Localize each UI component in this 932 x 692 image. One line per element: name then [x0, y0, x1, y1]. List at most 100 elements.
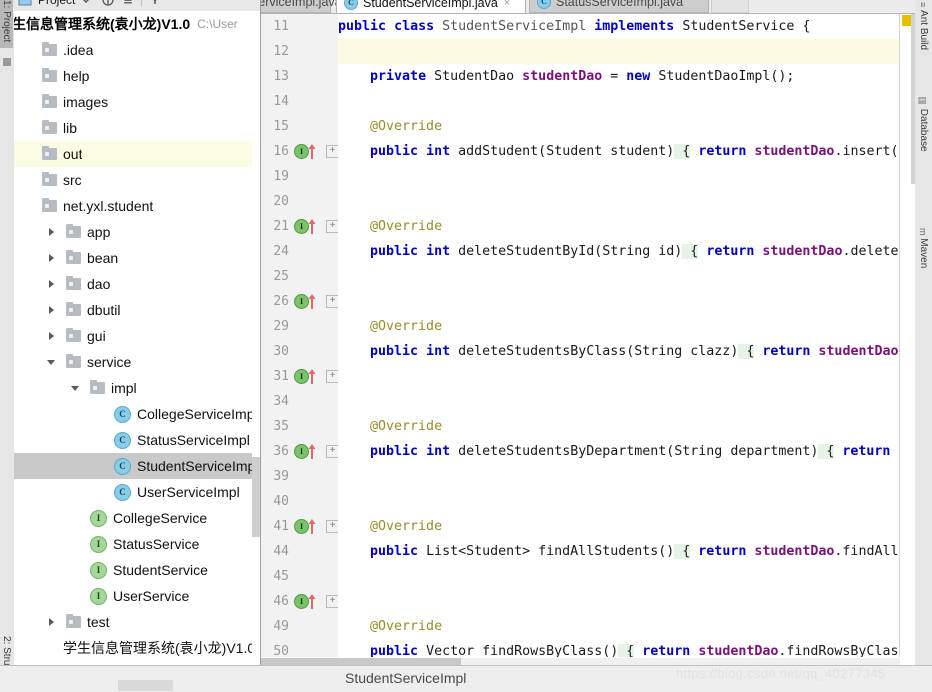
gutter-line[interactable]: 39: [261, 464, 338, 489]
chevron-right-icon[interactable]: [46, 304, 58, 316]
chevron-down-icon[interactable]: [46, 356, 58, 368]
tree-item-userservice[interactable]: I UserService: [14, 583, 260, 609]
project-root-row[interactable]: 生信息管理系统(袁小龙)V1.0 C:\User: [14, 11, 260, 37]
implementing-method-icon[interactable]: I: [294, 294, 309, 309]
gutter-line[interactable]: 14: [261, 89, 338, 114]
tree-item-dao[interactable]: dao: [14, 271, 260, 297]
code-line[interactable]: public int deleteStudentsByClass(String …: [338, 339, 900, 364]
code-line[interactable]: [338, 89, 900, 114]
code-line[interactable]: private StudentDao studentDao = new Stud…: [338, 64, 900, 89]
code-line[interactable]: [338, 364, 900, 389]
tree-item-gui[interactable]: gui: [14, 323, 260, 349]
tree-item-impl[interactable]: impl: [14, 375, 260, 401]
code-line[interactable]: @Override: [338, 314, 900, 339]
project-tree[interactable]: .idea help images lib out src net.yxl.student a…: [14, 37, 260, 687]
gutter-line[interactable]: 20: [261, 189, 338, 214]
implementing-method-icon[interactable]: I: [294, 519, 309, 534]
gutter-line[interactable]: 40: [261, 489, 338, 514]
chevron-right-icon[interactable]: [46, 330, 58, 342]
code-line[interactable]: public int addStudent(Student student) {…: [338, 139, 900, 164]
code-line[interactable]: @Override: [338, 114, 900, 139]
implementing-method-icon[interactable]: I: [294, 444, 309, 459]
code-line[interactable]: [338, 264, 900, 289]
tree-item-bean[interactable]: bean: [14, 245, 260, 271]
gutter-line[interactable]: 36 I +: [261, 439, 339, 464]
gutter-line[interactable]: 45: [261, 564, 338, 589]
implementing-method-icon[interactable]: I: [294, 219, 309, 234]
editor-tab-collegeserviceimpl[interactable]: C geServiceImpl.java ×: [261, 0, 354, 13]
code-line[interactable]: [338, 164, 900, 189]
chevron-down-icon[interactable]: [81, 0, 95, 7]
tree-item-net-yxl-student[interactable]: net.yxl.student: [14, 193, 260, 219]
editor-code-view[interactable]: public class StudentServiceImpl implemen…: [338, 14, 900, 657]
tree-item-statusservice[interactable]: I StatusService: [14, 531, 260, 557]
tree-item-test[interactable]: test: [14, 609, 260, 635]
code-line[interactable]: public class StudentServiceImpl implemen…: [338, 14, 900, 39]
gutter-line[interactable]: 24: [261, 239, 338, 264]
gutter-line[interactable]: 29: [261, 314, 338, 339]
tree-item-service[interactable]: service: [14, 349, 260, 375]
gutter-line[interactable]: 15: [261, 114, 338, 139]
tool-tab-ant-build[interactable]: ≡ Ant Build: [916, 2, 931, 50]
gutter-line[interactable]: 41 I +: [261, 514, 339, 539]
editor-tab-studentserviceimpl[interactable]: C StudentServiceImpl.java ×: [336, 0, 526, 13]
tree-item-src[interactable]: src: [14, 167, 260, 193]
gutter-line[interactable]: 46 I +: [261, 589, 339, 614]
gutter-line[interactable]: 26 I +: [261, 289, 339, 314]
gutter-line[interactable]: 30: [261, 339, 338, 364]
gutter-line[interactable]: 16 I +: [261, 139, 339, 164]
tree-item-images[interactable]: images: [14, 89, 260, 115]
project-scrollbar-thumb[interactable]: [252, 457, 260, 537]
settings-icon[interactable]: [148, 0, 162, 7]
tool-tab-database[interactable]: ▤ Database: [916, 96, 931, 152]
gutter-line[interactable]: 35: [261, 414, 338, 439]
code-line[interactable]: [338, 289, 900, 314]
code-line[interactable]: [338, 464, 900, 489]
code-line[interactable]: public Vector findRowsByClass() { return…: [338, 639, 900, 657]
code-line[interactable]: public int deleteStudentById(String id) …: [338, 239, 900, 264]
gutter-line[interactable]: 25: [261, 264, 338, 289]
code-line[interactable]: @Override: [338, 214, 900, 239]
chevron-right-icon[interactable]: [46, 252, 58, 264]
tree-item-dbutil[interactable]: dbutil: [14, 297, 260, 323]
chevron-right-icon[interactable]: [46, 226, 58, 238]
target-icon[interactable]: [101, 0, 115, 7]
gutter-line[interactable]: 11: [261, 14, 338, 39]
gutter-line[interactable]: 34: [261, 389, 338, 414]
code-line[interactable]: [338, 589, 900, 614]
tree-item-idea[interactable]: .idea: [14, 37, 260, 63]
gutter-line[interactable]: 19: [261, 164, 338, 189]
tree-item-studentserviceimpl[interactable]: C StudentServiceImpl: [14, 453, 260, 479]
chevron-right-icon[interactable]: [46, 616, 58, 628]
code-line[interactable]: @Override: [338, 614, 900, 639]
tree-item-lib[interactable]: lib: [14, 115, 260, 141]
implementing-method-icon[interactable]: I: [294, 369, 309, 384]
tree-item-app[interactable]: app: [14, 219, 260, 245]
editor-tab-statusserviceimpl[interactable]: C StatusServiceImpl.java: [529, 0, 709, 13]
gutter-line[interactable]: 31 I +: [261, 364, 339, 389]
code-line[interactable]: [338, 39, 900, 64]
editor-gutter[interactable]: 11 12 13 14 15 16 I +19 20 21 I +24 25 26 I +29 30 31 I +34…: [261, 14, 339, 684]
tree-item-help[interactable]: help: [14, 63, 260, 89]
gutter-line[interactable]: 13: [261, 64, 338, 89]
gutter-line[interactable]: 21 I +: [261, 214, 339, 239]
code-line[interactable]: public int deleteStudentsByDepartment(St…: [338, 439, 900, 464]
tool-tab-maven[interactable]: m Maven: [916, 228, 931, 268]
collapse-all-icon[interactable]: [121, 0, 135, 7]
editor-marker-bar[interactable]: [899, 14, 915, 657]
chevron-right-icon[interactable]: [46, 278, 58, 290]
gutter-line[interactable]: 12: [261, 39, 338, 64]
gutter-line[interactable]: 44: [261, 539, 338, 564]
code-line[interactable]: [338, 489, 900, 514]
tree-item-statusserviceimpl[interactable]: C StatusServiceImpl: [14, 427, 260, 453]
implementing-method-icon[interactable]: I: [294, 594, 309, 609]
code-line[interactable]: public List<Student> findAllStudents() {…: [338, 539, 900, 564]
tree-item-collegeserviceimpl[interactable]: C CollegeServiceImpl: [14, 401, 260, 427]
editor-scrollbar-thumb[interactable]: [911, 14, 915, 184]
code-line[interactable]: [338, 389, 900, 414]
close-icon[interactable]: ×: [504, 0, 510, 9]
tree-item-userserviceimpl[interactable]: C UserServiceImpl: [14, 479, 260, 505]
code-line[interactable]: [338, 564, 900, 589]
tree-item-collegeservice[interactable]: I CollegeService: [14, 505, 260, 531]
tree-item-out[interactable]: out: [14, 141, 260, 167]
